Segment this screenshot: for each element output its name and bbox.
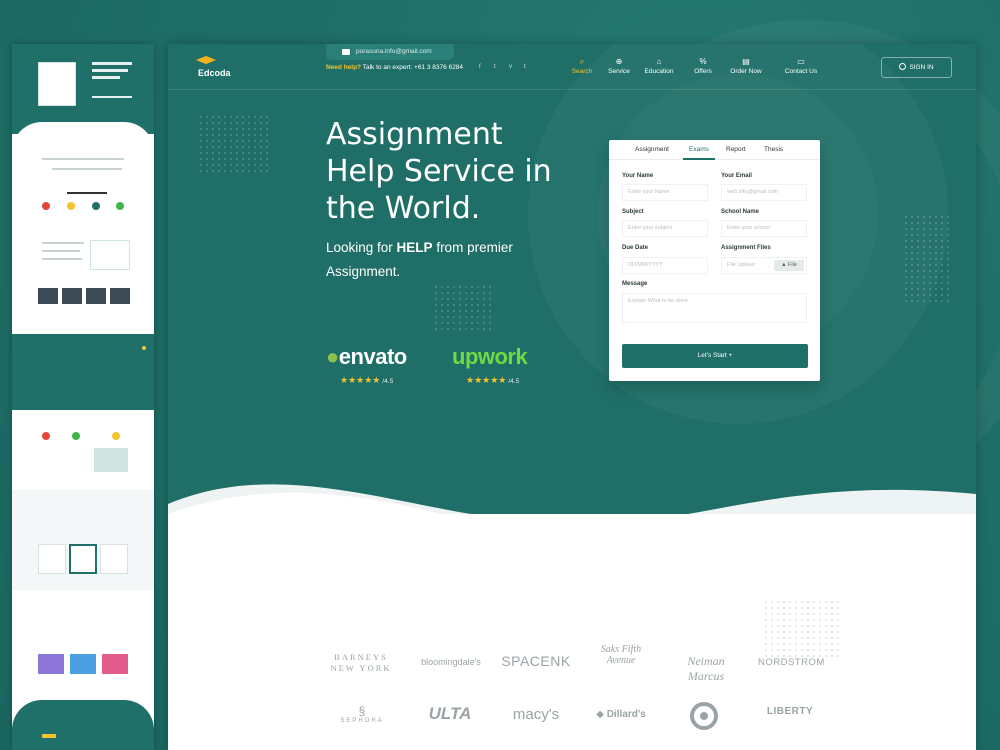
brands-section (168, 514, 976, 750)
hero-title: Assignment Help Service in the World. (326, 117, 552, 226)
upload-icon: ▲ (781, 262, 787, 268)
neiman-marcus-logo: Neiman Marcus (687, 654, 725, 683)
tab-report[interactable]: Report (726, 146, 746, 153)
nav-search[interactable]: ⌕ Search (568, 57, 596, 83)
nav-education[interactable]: ⌂ Education (640, 57, 678, 83)
email-label: Your Email (721, 173, 752, 179)
preview-stats (12, 334, 154, 410)
hero-subtitle: Looking for HELP from premier Assignment… (326, 240, 513, 279)
site-header: Edcoda porasuna.info@gmail.com Need help… (168, 44, 976, 90)
upwork-logo: upwork (452, 344, 528, 369)
name-input[interactable]: Enter your Name (622, 184, 708, 201)
star-rating-icon: ★★★★★ (466, 375, 507, 385)
landing-page: Edcoda porasuna.info@gmail.com Need help… (168, 44, 976, 750)
twitter-icon[interactable]: t (494, 64, 496, 70)
message-label: Message (622, 281, 648, 287)
nordstrom-logo: NORDSTROM (758, 657, 825, 668)
lets-start-button[interactable]: Let's Start + (622, 344, 808, 368)
due-date-input[interactable]: DD/MM/YYYY (622, 257, 708, 274)
nav-order-now[interactable]: ▤ Order Now (726, 57, 766, 83)
nav-offers[interactable]: % Offers (689, 57, 717, 83)
target-logo (690, 702, 718, 730)
nav-service[interactable]: ⊕ Service (604, 57, 634, 83)
logo-text: Edcoda (198, 68, 231, 78)
subject-label: Subject (622, 209, 644, 215)
facebook-icon[interactable]: f (479, 64, 481, 70)
star-rating-icon: ★★★★★ (340, 375, 381, 385)
subject-input[interactable]: Enter your subject (622, 220, 708, 237)
percent-icon: % (699, 57, 707, 66)
user-icon (899, 63, 907, 70)
tab-exams[interactable]: Exams (683, 146, 715, 160)
vimeo-icon[interactable]: v (509, 64, 512, 70)
upwork-rating: upwork ★★★★★/4.5 (452, 344, 528, 385)
nav-contact-us[interactable]: ▭ Contact Us (781, 57, 821, 83)
email-contact[interactable]: porasuna.info@gmail.com (326, 44, 454, 60)
macys-logo: macy's (512, 706, 560, 723)
preview-hero (12, 44, 154, 134)
edcoda-logo[interactable]: Edcoda (192, 56, 242, 80)
bloomingdales-logo: bloomingdale's (421, 657, 481, 667)
envato-rating: ●envato ★★★★★/4.5 (326, 344, 407, 385)
dillards-logo: ◆ Dillard's (596, 709, 646, 720)
saks-logo: Saks Fifth Avenue (600, 644, 642, 666)
document-icon: ▤ (742, 57, 750, 66)
due-date-label: Due Date (622, 245, 649, 251)
message-textarea[interactable]: Explain What to be done (622, 293, 807, 323)
email-input[interactable]: web.info@gmail.com (721, 184, 807, 201)
form-tabs: Assignment Exams Report Thesis (609, 140, 820, 160)
files-label: Assignment Files (721, 245, 771, 251)
envelope-icon (342, 49, 350, 55)
help-line: Need help? Talk to an expert: +61 3 8376… (326, 64, 464, 71)
name-label: Your Name (622, 173, 654, 179)
school-input[interactable]: Enter your school (721, 220, 807, 237)
tab-assignment[interactable]: Assignment (635, 146, 669, 153)
sephora-logo: § SEPHORA (340, 704, 384, 724)
tab-thesis[interactable]: Thesis (764, 146, 783, 153)
search-icon: ⌕ (579, 57, 585, 66)
file-upload-button[interactable]: ▲ File (774, 260, 804, 271)
tumblr-icon[interactable]: t (524, 64, 526, 70)
liberty-logo: LIBERTY (766, 706, 814, 717)
preview-footer (12, 700, 154, 750)
spacenk-logo: SPACENK (501, 653, 571, 669)
globe-icon: ⊕ (615, 57, 623, 66)
envato-logo: ●envato (326, 344, 407, 369)
sign-in-button[interactable]: SIGN IN (881, 57, 952, 78)
school-label: School Name (721, 209, 760, 215)
graduation-cap-icon (196, 56, 216, 65)
order-form: Assignment Exams Report Thesis Your Name… (609, 140, 820, 381)
page-preview-thumbnail (12, 44, 154, 750)
chat-icon: ▭ (797, 57, 805, 66)
preview-form (38, 62, 76, 106)
barneys-logo: BARNEYS NEW YORK (330, 652, 392, 673)
ulta-logo: ULTA (428, 704, 472, 723)
graduation-cap-icon: ⌂ (656, 57, 662, 66)
